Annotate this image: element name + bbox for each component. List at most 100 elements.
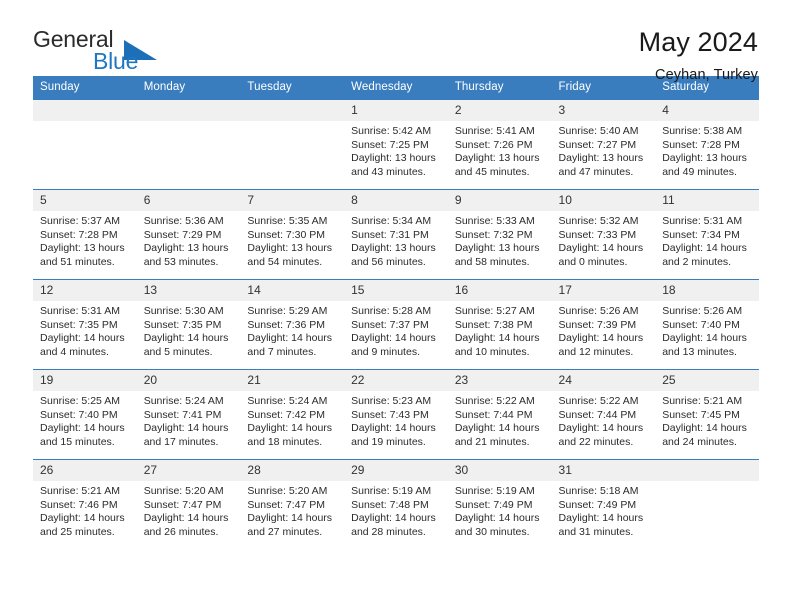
calendar-day-cell[interactable]: 7 Sunrise: 5:35 AM Sunset: 7:30 PM Daylight… — [240, 189, 345, 280]
day-details: Sunrise: 5:22 AM Sunset: 7:44 PM Daylight:… — [448, 391, 552, 449]
calendar-week-row: 19 Sunrise: 5:25 AM Sunset: 7:40 PM Dayligh… — [33, 369, 759, 460]
sunrise-text: Sunrise: 5:25 AM — [40, 395, 120, 407]
daylight-text: Daylight: 14 hours and 17 minutes. — [143, 422, 229, 448]
day-number: 22 — [344, 370, 448, 391]
sunset-text: Sunset: 7:30 PM — [247, 228, 326, 241]
calendar-day-cell[interactable]: 10 Sunrise: 5:32 AM Sunset: 7:33 PM Dayligh… — [551, 189, 656, 280]
day-details: Sunrise: 5:36 AM Sunset: 7:29 PM Daylight:… — [137, 211, 241, 269]
daylight-text: Daylight: 14 hours and 30 minutes. — [454, 512, 540, 538]
day-details: Sunrise: 5:41 AM Sunset: 7:26 PM Daylight:… — [448, 121, 552, 179]
sunrise-text: Sunrise: 5:20 AM — [247, 485, 328, 497]
calendar-day-cell[interactable]: 1 Sunrise: 5:42 AM Sunset: 7:25 PM Daylight… — [344, 99, 448, 190]
calendar-day-cell[interactable]: 23 Sunrise: 5:22 AM Sunset: 7:44 PM Dayligh… — [447, 369, 552, 460]
day-number: 2 — [447, 100, 552, 121]
sunset-text: Sunset: 7:48 PM — [351, 498, 429, 511]
calendar-day-cell[interactable]: 11 Sunrise: 5:31 AM Sunset: 7:34 PM Dayligh… — [655, 189, 759, 280]
weekday-header-wednesday: Wednesday — [344, 76, 448, 100]
day-details: Sunrise: 5:18 AM Sunset: 7:49 PM Daylight:… — [552, 481, 656, 539]
calendar-day-cell[interactable]: 31 Sunrise: 5:18 AM Sunset: 7:49 PM Dayligh… — [551, 459, 656, 550]
sunset-text: Sunset: 7:32 PM — [454, 228, 533, 241]
weekday-header-sunday: Sunday — [33, 76, 137, 100]
daylight-text: Daylight: 14 hours and 31 minutes. — [558, 512, 644, 538]
day-details: Sunrise: 5:23 AM Sunset: 7:43 PM Daylight:… — [344, 391, 448, 449]
calendar-day-cell[interactable]: 25 Sunrise: 5:21 AM Sunset: 7:45 PM Dayligh… — [655, 369, 759, 460]
sunrise-text: Sunrise: 5:35 AM — [247, 215, 328, 227]
calendar-day-cell[interactable]: 16 Sunrise: 5:27 AM Sunset: 7:38 PM Dayligh… — [447, 279, 552, 370]
weekday-header-monday: Monday — [136, 76, 241, 100]
calendar-day-cell[interactable]: 29 Sunrise: 5:19 AM Sunset: 7:48 PM Dayligh… — [344, 459, 448, 550]
calendar-day-cell[interactable]: 2 Sunrise: 5:41 AM Sunset: 7:26 PM Daylight… — [447, 99, 552, 190]
calendar-day-cell[interactable]: 21 Sunrise: 5:24 AM Sunset: 7:42 PM Dayligh… — [240, 369, 345, 460]
sunset-text: Sunset: 7:43 PM — [351, 408, 429, 421]
day-details: Sunrise: 5:28 AM Sunset: 7:37 PM Daylight:… — [344, 301, 448, 359]
daylight-text: Daylight: 14 hours and 26 minutes. — [143, 512, 229, 538]
day-details: Sunrise: 5:24 AM Sunset: 7:42 PM Daylight:… — [240, 391, 344, 449]
calendar-day-cell[interactable]: 27 Sunrise: 5:20 AM Sunset: 7:47 PM Dayligh… — [136, 459, 241, 550]
day-details: Sunrise: 5:29 AM Sunset: 7:36 PM Daylight:… — [240, 301, 344, 359]
sunset-text: Sunset: 7:35 PM — [40, 318, 118, 331]
sunset-text: Sunset: 7:37 PM — [351, 318, 429, 331]
day-details: Sunrise: 5:26 AM Sunset: 7:39 PM Daylight:… — [552, 301, 656, 359]
day-details: Sunrise: 5:19 AM Sunset: 7:48 PM Daylight:… — [344, 481, 448, 539]
sunset-text: Sunset: 7:46 PM — [40, 498, 118, 511]
daylight-text: Daylight: 14 hours and 7 minutes. — [247, 332, 333, 358]
calendar-day-cell[interactable]: 9 Sunrise: 5:33 AM Sunset: 7:32 PM Daylight… — [447, 189, 552, 280]
daylight-text: Daylight: 14 hours and 0 minutes. — [558, 242, 644, 268]
day-number: 21 — [240, 370, 345, 391]
sunset-text: Sunset: 7:27 PM — [558, 138, 637, 151]
sunrise-text: Sunrise: 5:24 AM — [143, 395, 224, 407]
day-number: 31 — [551, 460, 656, 481]
page-title: May 2024 — [638, 27, 758, 57]
sunset-text: Sunset: 7:45 PM — [662, 408, 740, 421]
calendar-week-row: 12 Sunrise: 5:31 AM Sunset: 7:35 PM Dayligh… — [33, 279, 759, 370]
sunset-text: Sunset: 7:36 PM — [247, 318, 326, 331]
day-details: Sunrise: 5:42 AM Sunset: 7:25 PM Daylight:… — [344, 121, 448, 179]
calendar-day-cell[interactable]: 26 Sunrise: 5:21 AM Sunset: 7:46 PM Dayligh… — [33, 459, 137, 550]
day-details: Sunrise: 5:32 AM Sunset: 7:33 PM Daylight:… — [552, 211, 656, 269]
daylight-text: Daylight: 14 hours and 10 minutes. — [454, 332, 540, 358]
calendar-day-cell[interactable]: 4 Sunrise: 5:38 AM Sunset: 7:28 PM Daylight… — [655, 99, 759, 190]
calendar-week-row: 5 Sunrise: 5:37 AM Sunset: 7:28 PM Daylight… — [33, 189, 759, 280]
calendar-day-cell[interactable]: 18 Sunrise: 5:26 AM Sunset: 7:40 PM Dayligh… — [655, 279, 759, 370]
calendar-day-cell[interactable]: 22 Sunrise: 5:23 AM Sunset: 7:43 PM Dayligh… — [344, 369, 448, 460]
sunset-text: Sunset: 7:44 PM — [454, 408, 533, 421]
calendar-day-cell[interactable]: 6 Sunrise: 5:36 AM Sunset: 7:29 PM Daylight… — [136, 189, 241, 280]
daylight-text: Daylight: 14 hours and 21 minutes. — [454, 422, 540, 448]
calendar-day-cell[interactable]: 20 Sunrise: 5:24 AM Sunset: 7:41 PM Dayligh… — [136, 369, 241, 460]
day-number: 28 — [240, 460, 345, 481]
calendar-day-cell[interactable]: 15 Sunrise: 5:28 AM Sunset: 7:37 PM Dayligh… — [344, 279, 448, 370]
day-number: 11 — [655, 190, 759, 211]
day-number: 3 — [551, 100, 656, 121]
day-details: Sunrise: 5:25 AM Sunset: 7:40 PM Daylight:… — [33, 391, 137, 449]
sunrise-text: Sunrise: 5:20 AM — [143, 485, 224, 497]
sunset-text: Sunset: 7:44 PM — [558, 408, 637, 421]
daylight-text: Daylight: 14 hours and 12 minutes. — [558, 332, 644, 358]
calendar-day-cell[interactable]: 30 Sunrise: 5:19 AM Sunset: 7:49 PM Dayligh… — [447, 459, 552, 550]
sunrise-text: Sunrise: 5:26 AM — [558, 305, 639, 317]
day-number: 7 — [240, 190, 345, 211]
calendar-day-cell[interactable]: 8 Sunrise: 5:34 AM Sunset: 7:31 PM Daylight… — [344, 189, 448, 280]
calendar-day-cell[interactable]: 12 Sunrise: 5:31 AM Sunset: 7:35 PM Dayligh… — [33, 279, 137, 370]
day-number: 18 — [655, 280, 759, 301]
calendar-day-cell[interactable]: 24 Sunrise: 5:22 AM Sunset: 7:44 PM Dayligh… — [551, 369, 656, 460]
daylight-text: Daylight: 13 hours and 54 minutes. — [247, 242, 333, 268]
day-number: 12 — [33, 280, 137, 301]
sunset-text: Sunset: 7:47 PM — [247, 498, 326, 511]
calendar-day-cell[interactable]: 14 Sunrise: 5:29 AM Sunset: 7:36 PM Dayligh… — [240, 279, 345, 370]
day-number: 6 — [136, 190, 241, 211]
calendar-day-cell[interactable]: 5 Sunrise: 5:37 AM Sunset: 7:28 PM Daylight… — [33, 189, 137, 280]
calendar-day-cell[interactable]: 17 Sunrise: 5:26 AM Sunset: 7:39 PM Dayligh… — [551, 279, 656, 370]
calendar-day-cell[interactable]: 28 Sunrise: 5:20 AM Sunset: 7:47 PM Dayligh… — [240, 459, 345, 550]
calendar-body: 1 Sunrise: 5:42 AM Sunset: 7:25 PM Daylight… — [33, 99, 759, 550]
day-number: 25 — [655, 370, 759, 391]
daylight-text: Daylight: 14 hours and 15 minutes. — [40, 422, 125, 448]
sunrise-text: Sunrise: 5:42 AM — [351, 125, 432, 137]
daylight-text: Daylight: 13 hours and 49 minutes. — [662, 152, 747, 178]
sunrise-text: Sunrise: 5:26 AM — [662, 305, 743, 317]
calendar-day-cell[interactable]: 19 Sunrise: 5:25 AM Sunset: 7:40 PM Dayligh… — [33, 369, 137, 460]
sunrise-text: Sunrise: 5:31 AM — [662, 215, 743, 227]
day-details: Sunrise: 5:35 AM Sunset: 7:30 PM Daylight:… — [240, 211, 344, 269]
calendar-day-cell[interactable]: 3 Sunrise: 5:40 AM Sunset: 7:27 PM Daylight… — [551, 99, 656, 190]
daylight-text: Daylight: 14 hours and 28 minutes. — [351, 512, 436, 538]
calendar-day-cell[interactable]: 13 Sunrise: 5:30 AM Sunset: 7:35 PM Dayligh… — [136, 279, 241, 370]
